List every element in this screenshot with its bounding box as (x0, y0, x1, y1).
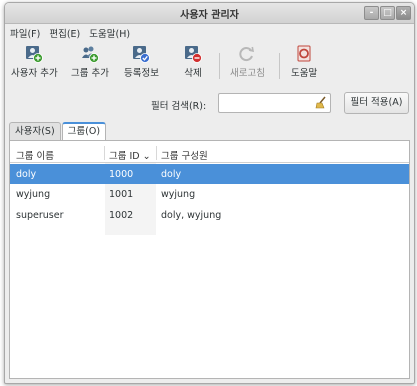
close-button[interactable]: × (396, 6, 411, 20)
group-name-cell: superuser (16, 210, 64, 221)
column-divider[interactable] (104, 146, 105, 160)
window-title: 사용자 관리자 (180, 10, 239, 21)
maximize-button[interactable]: □ (380, 6, 395, 20)
table-row[interactable]: doly 1000 doly (10, 164, 409, 184)
apply-filter-button[interactable]: 필터 적용(A) (344, 92, 409, 114)
group-members-cell: wyjung (161, 189, 196, 200)
filter-search-label: 필터 검색(R): (151, 101, 207, 112)
properties-button[interactable]: 등록정보 (124, 45, 159, 79)
user-manager-window: 사용자 관리자 - □ × 파일(F) 편집(E) 도움말(H) 사용자 추가 … (4, 2, 415, 384)
column-header-group-name[interactable]: 그룹 이름 (16, 148, 54, 162)
menu-bar: 파일(F) 편집(E) 도움말(H) (5, 24, 414, 42)
groups-table: 그룹 이름 그룹 ID ⌄ 그룹 구성원 doly 1000 doly wyju… (9, 140, 410, 379)
help-label: 도움말 (291, 68, 318, 79)
minimize-button[interactable]: - (364, 6, 379, 20)
refresh-icon (238, 45, 256, 63)
table-row[interactable]: wyjung 1001 wyjung (10, 184, 409, 204)
column-header-group-members[interactable]: 그룹 구성원 (161, 148, 208, 162)
help-button[interactable]: 도움말 (291, 45, 317, 79)
add-user-button[interactable]: 사용자 추가 (11, 45, 58, 79)
group-members-cell: doly (161, 169, 182, 180)
toolbar: 사용자 추가 그룹 추가 등록정보 삭제 새로고침 도움말 (5, 45, 414, 85)
add-user-icon (25, 45, 44, 63)
help-icon (295, 45, 313, 63)
add-user-label: 사용자 추가 (11, 68, 58, 79)
group-name-cell: wyjung (16, 189, 51, 200)
group-name-cell: doly (16, 169, 37, 180)
delete-icon (184, 45, 202, 63)
add-group-button[interactable]: 그룹 추가 (71, 45, 109, 79)
menu-file[interactable]: 파일(F) (10, 26, 40, 40)
tab-bar: 사용자(S) 그룹(O) (9, 122, 107, 142)
refresh-button[interactable]: 새로고침 (230, 45, 265, 79)
sort-descending-icon: ⌄ (142, 151, 151, 162)
properties-label: 등록정보 (124, 68, 159, 79)
tab-users[interactable]: 사용자(S) (9, 122, 61, 140)
table-row[interactable]: superuser 1002 doly, wyjung (10, 205, 409, 225)
column-divider[interactable] (156, 146, 157, 160)
column-header-group-id-label: 그룹 ID (109, 151, 140, 162)
delete-button[interactable]: 삭제 (184, 45, 202, 79)
menu-help[interactable]: 도움말(H) (89, 26, 130, 40)
group-id-cell: 1000 (109, 169, 134, 180)
toolbar-separator (279, 53, 280, 79)
clear-broom-icon[interactable] (315, 96, 327, 112)
refresh-label: 새로고침 (230, 68, 265, 79)
window-controls: - □ × (364, 6, 411, 20)
group-id-cell: 1001 (109, 189, 134, 200)
group-members-cell: doly, wyjung (161, 210, 222, 221)
tab-groups[interactable]: 그룹(O) (61, 122, 107, 142)
properties-icon (132, 45, 151, 63)
column-header-group-id[interactable]: 그룹 ID ⌄ (109, 148, 151, 162)
delete-label: 삭제 (184, 68, 202, 79)
group-id-cell: 1002 (109, 210, 134, 221)
add-group-label: 그룹 추가 (71, 68, 109, 79)
add-group-icon (81, 45, 99, 63)
filter-search-input[interactable] (218, 93, 331, 113)
menu-edit[interactable]: 편집(E) (49, 26, 80, 40)
toolbar-separator (219, 53, 220, 79)
title-bar[interactable]: 사용자 관리자 - □ × (5, 3, 414, 24)
table-header: 그룹 이름 그룹 ID ⌄ 그룹 구성원 (10, 144, 409, 163)
